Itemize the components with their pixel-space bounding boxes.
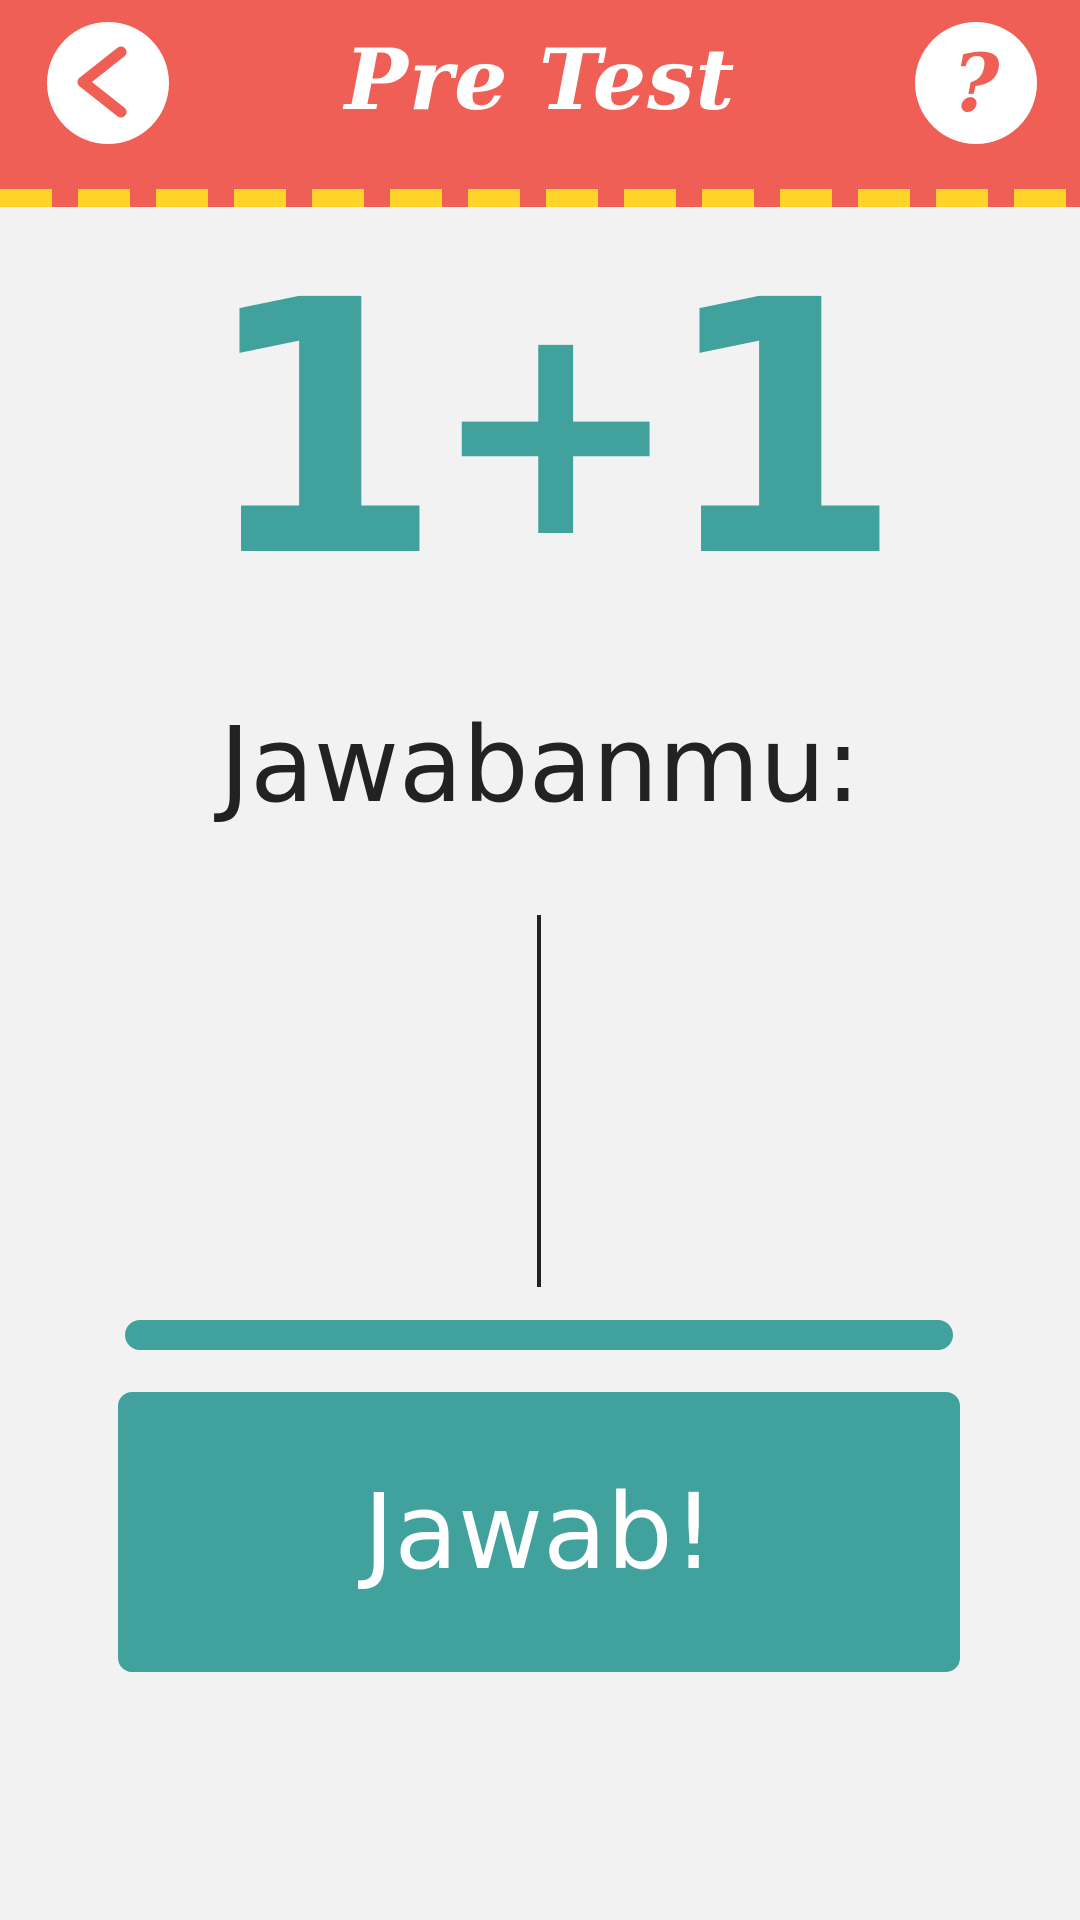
answer-label: Jawabanmu: <box>219 704 861 826</box>
page-title: Pre Test <box>344 30 736 129</box>
back-button[interactable] <box>47 22 169 144</box>
left-operand: 1 <box>200 226 444 634</box>
header-bar: Pre Test ? <box>0 0 1080 207</box>
dashed-divider <box>0 189 1080 207</box>
submit-answer-button[interactable]: Jawab! <box>118 1392 960 1672</box>
math-question: 1 + 1 <box>0 226 1080 634</box>
right-operand: 1 <box>660 226 904 634</box>
text-cursor <box>537 915 541 1287</box>
help-button[interactable]: ? <box>915 22 1037 144</box>
question-mark-icon: ? <box>952 36 1000 130</box>
operator-sign: + <box>430 255 682 604</box>
answer-input-underline <box>125 1320 953 1350</box>
chevron-left-icon <box>77 46 127 118</box>
pre-test-screen: Pre Test ? 1 + 1 Jawabanmu: Jawab! <box>0 0 1080 1920</box>
